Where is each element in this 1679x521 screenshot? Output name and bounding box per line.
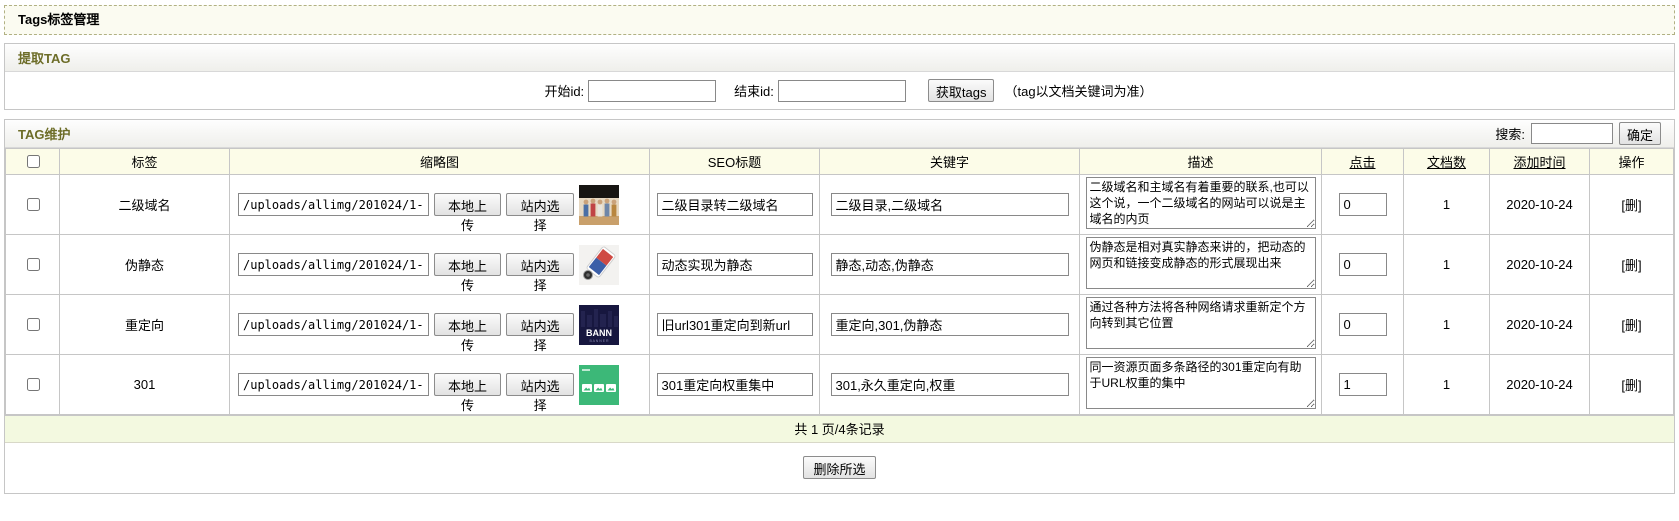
tag-maintain-header: TAG维护 搜索: 确定: [5, 120, 1674, 148]
keywords-input[interactable]: [831, 193, 1069, 216]
row-checkbox[interactable]: [27, 318, 40, 331]
svg-text:BANN: BANN: [586, 328, 612, 338]
site-select-button[interactable]: 站内选择: [506, 373, 574, 396]
keywords-input[interactable]: [831, 313, 1069, 336]
thumbnail-cell: 本地上传 站内选择 BANN B A N: [232, 305, 647, 345]
local-upload-button[interactable]: 本地上传: [434, 313, 502, 336]
clicks-input[interactable]: [1339, 313, 1387, 336]
keywords-input[interactable]: [831, 373, 1069, 396]
extract-tag-panel: 提取TAG 开始id: 结束id: 获取tags （tag以文档关键词为准）: [4, 43, 1675, 110]
extract-tag-header: 提取TAG: [5, 44, 1674, 72]
phone-photo-thumbnail: [579, 245, 619, 285]
end-id-label: 结束id:: [734, 81, 774, 100]
doc-count-value: 1: [1404, 235, 1490, 295]
banner-dark-thumbnail: BANN B A N N E R: [579, 305, 619, 345]
table-row: 伪静态 本地上传 站内选择: [6, 235, 1674, 295]
description-textarea[interactable]: 通过各种方法将各种网络请求重新定个方向转到其它位置: [1086, 297, 1316, 349]
row-checkbox[interactable]: [27, 198, 40, 211]
description-textarea[interactable]: 伪静态是相对真实静态来讲的，把动态的网页和链接变成静态的形式展现出来: [1086, 237, 1316, 289]
table-row: 重定向 本地上传 站内选择: [6, 295, 1674, 355]
doc-count-value: 1: [1404, 355, 1490, 415]
table-footer: 删除所选: [5, 443, 1674, 493]
start-id-label: 开始id:: [544, 81, 584, 100]
header-keywords: 关键字: [820, 149, 1080, 175]
add-time-value: 2020-10-24: [1490, 295, 1590, 355]
header-action: 操作: [1590, 149, 1674, 175]
search-label: 搜索:: [1495, 124, 1525, 143]
thumb-path-input[interactable]: [238, 313, 429, 336]
clicks-input[interactable]: [1339, 253, 1387, 276]
site-select-button[interactable]: 站内选择: [506, 253, 574, 276]
header-clicks-sort-link[interactable]: 点击: [1349, 155, 1375, 170]
select-all-checkbox[interactable]: [27, 155, 40, 168]
thumbnail-cell: 本地上传 站内选择: [232, 245, 647, 285]
tag-name: 301: [60, 355, 230, 415]
search-input[interactable]: [1531, 123, 1613, 144]
header-tag: 标签: [60, 149, 230, 175]
tag-name: 伪静态: [60, 235, 230, 295]
header-description: 描述: [1080, 149, 1322, 175]
local-upload-button[interactable]: 本地上传: [434, 193, 502, 216]
end-id-input[interactable]: [778, 80, 906, 102]
search-confirm-button[interactable]: 确定: [1619, 122, 1661, 145]
page-title: Tags标签管理: [4, 5, 1675, 35]
table-row: 二级域名 本地上传 站内选择: [6, 175, 1674, 235]
delete-selected-button[interactable]: 删除所选: [803, 456, 875, 479]
seo-title-input[interactable]: [657, 313, 813, 336]
seo-title-input[interactable]: [657, 253, 813, 276]
search-area: 搜索: 确定: [1495, 122, 1661, 145]
delete-row-link[interactable]: [删]: [1621, 318, 1641, 333]
site-select-button[interactable]: 站内选择: [506, 193, 574, 216]
thumbnail-cell: 本地上传 站内选择: [232, 365, 647, 405]
add-time-value: 2020-10-24: [1490, 355, 1590, 415]
seo-title-input[interactable]: [657, 193, 813, 216]
thumbnail-cell: 本地上传 站内选择: [232, 185, 647, 225]
clicks-input[interactable]: [1339, 373, 1387, 396]
tags-table: 标签 缩略图 SEO标题 关键字 描述 点击 文档数 添加时间 操作 二级域名 …: [5, 148, 1674, 415]
start-id-input[interactable]: [588, 80, 716, 102]
clicks-input[interactable]: [1339, 193, 1387, 216]
site-select-button[interactable]: 站内选择: [506, 313, 574, 336]
table-row: 301 本地上传 站内选择: [6, 355, 1674, 415]
group-photo-thumbnail: [579, 185, 619, 225]
thumb-path-input[interactable]: [238, 253, 429, 276]
extract-tag-title: 提取TAG: [18, 48, 70, 67]
pagination-info: 共 1 页/4条记录: [5, 415, 1674, 443]
header-thumbnail: 缩略图: [230, 149, 650, 175]
row-checkbox[interactable]: [27, 258, 40, 271]
tag-maintain-panel: TAG维护 搜索: 确定 标签 缩略图 SEO标题 关键字 描述 点击 文档数 …: [4, 119, 1675, 494]
description-textarea[interactable]: 同一资源页面多条路径的301重定向有助于URL权重的集中: [1086, 357, 1316, 409]
table-header-row: 标签 缩略图 SEO标题 关键字 描述 点击 文档数 添加时间 操作: [6, 149, 1674, 175]
thumb-path-input[interactable]: [238, 373, 429, 396]
doc-count-value: 1: [1404, 175, 1490, 235]
svg-text:B A N N E R: B A N N E R: [589, 339, 609, 343]
tag-name: 重定向: [60, 295, 230, 355]
delete-row-link[interactable]: [删]: [1621, 378, 1641, 393]
get-tags-button[interactable]: 获取tags: [928, 79, 995, 102]
header-seo-title: SEO标题: [650, 149, 820, 175]
keywords-input[interactable]: [831, 253, 1069, 276]
local-upload-button[interactable]: 本地上传: [434, 373, 502, 396]
delete-row-link[interactable]: [删]: [1621, 258, 1641, 273]
get-tags-hint: （tag以文档关键词为准）: [1004, 81, 1152, 100]
delete-row-link[interactable]: [删]: [1621, 198, 1641, 213]
thumb-path-input[interactable]: [238, 193, 429, 216]
seo-title-input[interactable]: [657, 373, 813, 396]
header-add-time-sort-link[interactable]: 添加时间: [1513, 155, 1565, 170]
add-time-value: 2020-10-24: [1490, 175, 1590, 235]
doc-count-value: 1: [1404, 295, 1490, 355]
tag-maintain-title: TAG维护: [18, 124, 70, 143]
header-doc-count-sort-link[interactable]: 文档数: [1427, 155, 1466, 170]
local-upload-button[interactable]: 本地上传: [434, 253, 502, 276]
tag-name: 二级域名: [60, 175, 230, 235]
extract-tag-form: 开始id: 结束id: 获取tags （tag以文档关键词为准）: [5, 72, 1674, 109]
description-textarea[interactable]: 二级域名和主域名有着重要的联系,也可以这个说，一个二级域名的网站可以说是主域名的…: [1086, 177, 1316, 229]
add-time-value: 2020-10-24: [1490, 235, 1590, 295]
row-checkbox[interactable]: [27, 378, 40, 391]
green-gallery-thumbnail: [579, 365, 619, 405]
